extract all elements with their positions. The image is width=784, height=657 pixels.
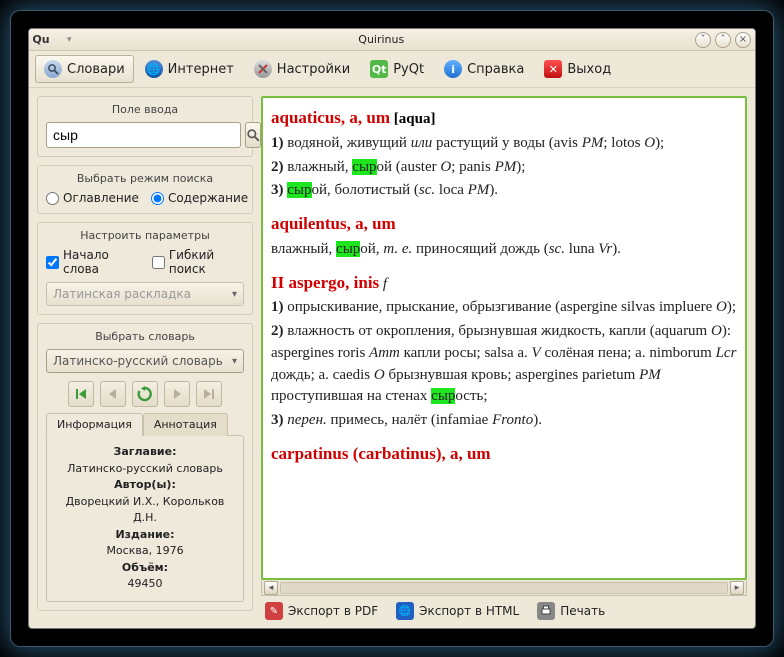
tab-pyqt-label: PyQt [393,62,424,77]
nav-last-button[interactable] [196,381,222,407]
search-icon [246,128,260,142]
scroll-left-button[interactable]: ◂ [264,581,278,595]
sidebar: Поле ввода Выбрать режим поиска Оглавлен… [29,88,261,628]
content-area: Поле ввода Выбрать режим поиска Оглавлен… [29,88,755,628]
params-group-title: Настроить параметры [46,229,244,242]
printer-icon [537,602,555,620]
results-pane[interactable]: aquaticus, a, um [aqua] 1) водяной, живу… [261,96,747,580]
check-fuzzy[interactable]: Гибкий поиск [152,248,244,276]
app-icon: Qu [33,32,49,48]
tab-anno[interactable]: Аннотация [143,413,228,436]
close-button[interactable]: × [735,32,751,48]
search-input[interactable] [46,122,241,148]
minimize-button[interactable]: ˅ [695,32,711,48]
tab-dictionaries-label: Словари [67,62,125,77]
info-icon: i [444,60,462,78]
search-group: Поле ввода [37,96,253,157]
window-title: Quirinus [72,33,691,46]
tab-exit-label: Выход [567,62,611,77]
qt-icon: Qt [370,60,388,78]
radio-toc[interactable]: Оглавление [46,191,139,205]
dict-group: Выбрать словарь Латинско-русский словарь… [37,323,253,611]
radio-content[interactable]: Содержание [151,191,248,205]
tools-icon [254,60,272,78]
print-button[interactable]: Печать [537,602,605,620]
mode-group-title: Выбрать режим поиска [46,172,244,185]
dict-group-title: Выбрать словарь [46,330,244,343]
globe-icon: 🌐 [145,60,163,78]
tab-pyqt[interactable]: Qt PyQt [361,55,433,83]
search-button[interactable] [245,122,261,148]
export-html-button[interactable]: 🌐 Экспорт в HTML [396,602,519,620]
dict-select[interactable]: Латинско-русский словарь [46,349,244,373]
check-wordstart[interactable]: Начало слова [46,248,138,276]
mode-group: Выбрать режим поиска Оглавление Содержан… [37,165,253,214]
main-toolbar: Словари 🌐 Интернет Настройки Qt PyQt i С… [29,51,755,88]
pdf-icon: ✎ [265,602,283,620]
maximize-button[interactable]: ˄ [715,32,731,48]
tab-exit[interactable]: ✕ Выход [535,55,620,83]
tab-settings-label: Настройки [277,62,350,77]
search-group-title: Поле ввода [46,103,244,116]
tab-help[interactable]: i Справка [435,55,533,83]
tab-info[interactable]: Информация [46,413,143,436]
export-bar: ✎ Экспорт в PDF 🌐 Экспорт в HTML Печать [261,596,747,620]
nav-prev-button[interactable] [100,381,126,407]
results-hscrollbar[interactable]: ◂ ▸ [261,580,747,596]
main-area: aquaticus, a, um [aqua] 1) водяной, живу… [261,88,755,628]
nav-first-button[interactable] [68,381,94,407]
layout-select[interactable]: Латинская раскладка [46,282,244,306]
scroll-right-button[interactable]: ▸ [730,581,744,595]
html-icon: 🌐 [396,602,414,620]
tab-internet[interactable]: 🌐 Интернет [136,55,243,83]
tab-internet-label: Интернет [168,62,234,77]
nav-next-button[interactable] [164,381,190,407]
tab-help-label: Справка [467,62,524,77]
magnifier-icon [44,60,62,78]
exit-icon: ✕ [544,60,562,78]
titlebar: Qu ▾ Quirinus ˅ ˄ × [29,29,755,51]
app-window: Qu ▾ Quirinus ˅ ˄ × Словари 🌐 Интернет Н… [28,28,756,629]
tab-dictionaries[interactable]: Словари [35,55,134,83]
export-pdf-button[interactable]: ✎ Экспорт в PDF [265,602,378,620]
info-pane: Заглавие: Латинско-русский словарь Автор… [46,435,244,602]
tab-settings[interactable]: Настройки [245,55,359,83]
params-group: Настроить параметры Начало слова Гибкий … [37,222,253,315]
nav-reload-button[interactable] [132,381,158,407]
